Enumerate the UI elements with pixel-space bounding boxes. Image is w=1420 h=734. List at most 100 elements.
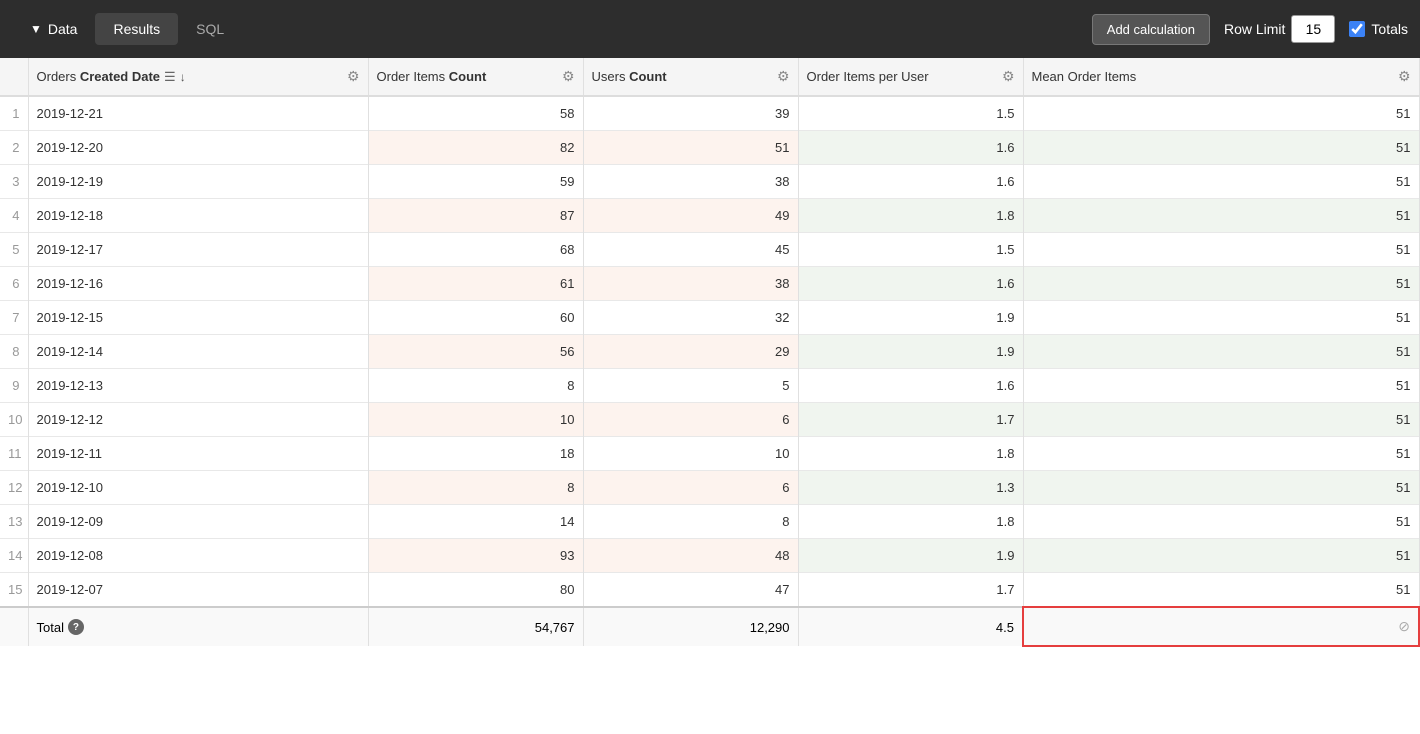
footer-total-label: Total ? [28,607,368,646]
th-order-count-gear[interactable]: ⚙ [562,68,575,85]
tab-results-label: Results [113,21,160,37]
footer-users-count: 12,290 [583,607,798,646]
row-order-count-cell: 60 [368,301,583,335]
table-row: 112019-12-1118101.851 [0,437,1419,471]
footer-users-count-value: 12,290 [750,620,790,635]
row-date-cell: 2019-12-21 [28,96,368,131]
th-users-count: Users Count ⚙ [583,58,798,96]
add-calculation-button[interactable]: Add calculation [1092,14,1210,45]
table-row: 92019-12-13851.651 [0,369,1419,403]
th-mean: Mean Order Items ⚙ [1023,58,1419,96]
table-container: Orders Created Date ☰ ↓ ⚙ Order Items Co… [0,58,1420,734]
row-items-per-user-cell: 1.9 [798,539,1023,573]
table-row: 62019-12-1661381.651 [0,267,1419,301]
row-items-per-user-cell: 1.8 [798,199,1023,233]
row-num-cell: 15 [0,573,28,608]
row-limit-label: Row Limit [1224,21,1285,37]
row-order-count-cell: 87 [368,199,583,233]
row-mean-cell: 51 [1023,437,1419,471]
table-row: 152019-12-0780471.751 [0,573,1419,608]
table-row: 42019-12-1887491.851 [0,199,1419,233]
row-users-count-cell: 39 [583,96,798,131]
th-items-per-user-gear[interactable]: ⚙ [1002,68,1015,85]
row-mean-cell: 51 [1023,301,1419,335]
row-order-count-cell: 14 [368,505,583,539]
th-mean-label: Mean Order Items [1032,69,1137,84]
footer-total-text: Total [37,620,64,635]
row-date-cell: 2019-12-08 [28,539,368,573]
row-limit-wrapper: Row Limit [1224,15,1335,43]
row-num-cell: 3 [0,165,28,199]
row-date-cell: 2019-12-09 [28,505,368,539]
row-order-count-cell: 10 [368,403,583,437]
row-items-per-user-cell: 1.6 [798,131,1023,165]
row-order-count-cell: 8 [368,369,583,403]
row-mean-cell: 51 [1023,505,1419,539]
tab-data[interactable]: ▼ Data [12,13,95,45]
row-limit-input[interactable] [1291,15,1335,43]
row-items-per-user-cell: 1.5 [798,96,1023,131]
total-info-icon[interactable]: ? [68,619,84,635]
footer-order-count: 54,767 [368,607,583,646]
row-items-per-user-cell: 1.7 [798,573,1023,608]
th-mean-gear[interactable]: ⚙ [1398,68,1411,85]
row-items-per-user-cell: 1.8 [798,505,1023,539]
row-order-count-cell: 58 [368,96,583,131]
row-mean-cell: 51 [1023,403,1419,437]
totals-wrapper: Totals [1349,21,1408,37]
totals-label: Totals [1371,21,1408,37]
table-row: 142019-12-0893481.951 [0,539,1419,573]
table-header-row: Orders Created Date ☰ ↓ ⚙ Order Items Co… [0,58,1419,96]
app-header: ▼ Data Results SQL Add calculation Row L… [0,0,1420,58]
table-row: 82019-12-1456291.951 [0,335,1419,369]
footer-items-per-user: 4.5 [798,607,1023,646]
table-row: 72019-12-1560321.951 [0,301,1419,335]
table-row: 122019-12-10861.351 [0,471,1419,505]
dropdown-icon: ▼ [30,22,42,36]
row-users-count-cell: 6 [583,403,798,437]
row-num-cell: 7 [0,301,28,335]
row-mean-cell: 51 [1023,131,1419,165]
row-mean-cell: 51 [1023,335,1419,369]
th-index [0,58,28,96]
tab-results[interactable]: Results [95,13,178,45]
sort-desc-icon[interactable]: ↓ [180,70,186,84]
footer-items-per-user-value: 4.5 [996,620,1014,635]
row-users-count-cell: 29 [583,335,798,369]
totals-checkbox[interactable] [1349,21,1365,37]
table-row: 52019-12-1768451.551 [0,233,1419,267]
row-num-cell: 5 [0,233,28,267]
table-body: 12019-12-2158391.55122019-12-2082511.651… [0,96,1419,607]
table-row: 12019-12-2158391.551 [0,96,1419,131]
filter-icon[interactable]: ☰ [164,69,176,85]
row-order-count-cell: 59 [368,165,583,199]
table-row: 22019-12-2082511.651 [0,131,1419,165]
row-mean-cell: 51 [1023,539,1419,573]
table-row: 132019-12-091481.851 [0,505,1419,539]
row-items-per-user-cell: 1.6 [798,165,1023,199]
th-order-count-label: Order Items Count [377,69,487,84]
results-table: Orders Created Date ☰ ↓ ⚙ Order Items Co… [0,58,1420,647]
row-date-cell: 2019-12-11 [28,437,368,471]
th-date-gear[interactable]: ⚙ [347,68,360,85]
row-users-count-cell: 47 [583,573,798,608]
row-date-cell: 2019-12-13 [28,369,368,403]
th-items-per-user: Order Items per User ⚙ [798,58,1023,96]
th-users-count-gear[interactable]: ⚙ [777,68,790,85]
row-date-cell: 2019-12-12 [28,403,368,437]
row-num-cell: 6 [0,267,28,301]
row-date-cell: 2019-12-17 [28,233,368,267]
row-users-count-cell: 8 [583,505,798,539]
row-order-count-cell: 93 [368,539,583,573]
row-date-cell: 2019-12-20 [28,131,368,165]
row-order-count-cell: 68 [368,233,583,267]
row-date-cell: 2019-12-10 [28,471,368,505]
cancel-icon[interactable]: ⊘ [1398,618,1410,635]
row-users-count-cell: 38 [583,165,798,199]
row-date-cell: 2019-12-14 [28,335,368,369]
row-order-count-cell: 80 [368,573,583,608]
row-mean-cell: 51 [1023,96,1419,131]
tab-sql[interactable]: SQL [178,13,242,45]
row-items-per-user-cell: 1.7 [798,403,1023,437]
row-users-count-cell: 48 [583,539,798,573]
